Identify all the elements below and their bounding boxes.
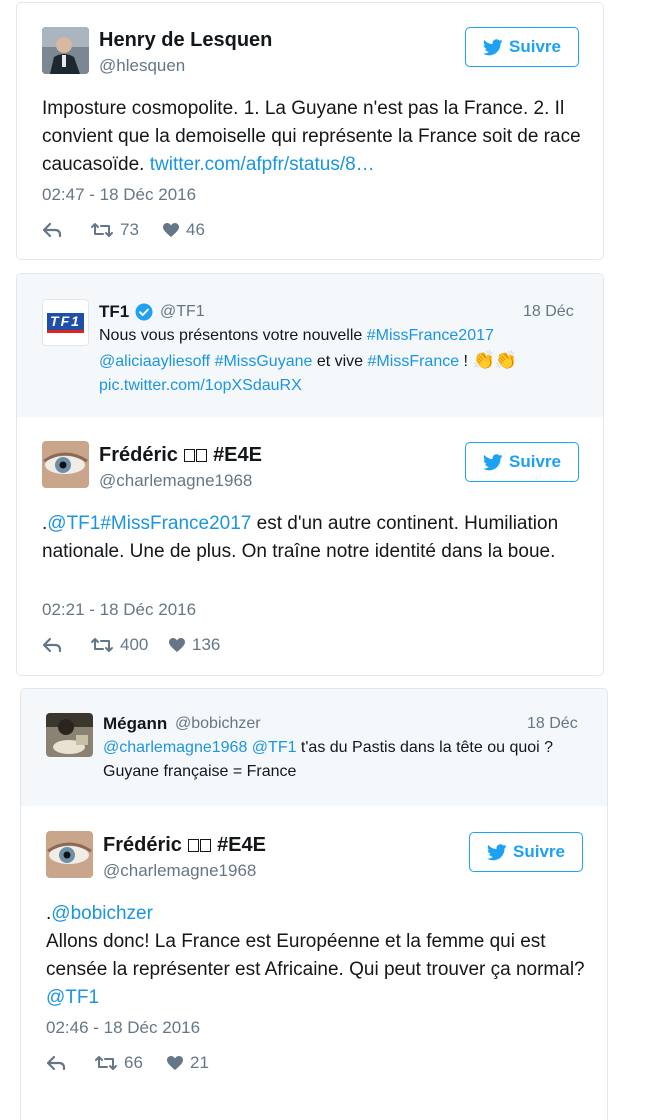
retweet-icon bbox=[91, 638, 113, 652]
tweet-text: Imposture cosmopolite. 1. La Guyane n'es… bbox=[42, 95, 587, 179]
tweet-actions: 66 21 bbox=[46, 1053, 209, 1073]
author-name[interactable]: Henry de Lesquen bbox=[99, 29, 272, 52]
verified-badge-icon bbox=[135, 303, 153, 321]
pic-link[interactable]: pic.twitter.com/1opXSdauRX bbox=[99, 377, 302, 394]
avatar-henry-image bbox=[42, 27, 89, 74]
retweet-count: 73 bbox=[120, 220, 139, 239]
avatar-megann-image bbox=[46, 713, 93, 757]
clap-emoji: 👏👏 bbox=[472, 350, 518, 370]
reply-action[interactable] bbox=[42, 222, 90, 238]
missing-glyph-icon bbox=[199, 839, 211, 852]
missing-glyph-icon bbox=[187, 839, 199, 852]
retweet-action[interactable]: 73 bbox=[90, 220, 162, 240]
mention-tf1[interactable]: @TF1 bbox=[46, 987, 99, 1008]
retweet-count: 66 bbox=[124, 1053, 143, 1072]
like-count: 136 bbox=[192, 635, 221, 654]
follow-label: Suivre bbox=[509, 37, 561, 56]
author-name-tag: #E4E bbox=[213, 444, 262, 466]
heart-icon bbox=[167, 1056, 183, 1070]
tweet-actions: 400 136 bbox=[42, 635, 220, 655]
tweet-link[interactable]: twitter.com/afpfr/status/8… bbox=[150, 154, 375, 175]
reply-icon bbox=[46, 1055, 66, 1071]
quoted-text: @charlemagne1968 @TF1 t'as du Pastis dan… bbox=[103, 736, 588, 784]
twitter-bird-icon bbox=[487, 843, 507, 860]
avatar-frederic[interactable] bbox=[46, 831, 93, 878]
hashtag-missfrance2017[interactable]: #MissFrance2017 bbox=[100, 513, 251, 534]
retweet-count: 400 bbox=[120, 635, 149, 654]
mention-charlemagne1968[interactable]: @charlemagne1968 bbox=[103, 739, 247, 756]
author-name[interactable]: Frédéric #E4E bbox=[99, 444, 262, 467]
reply-icon bbox=[42, 222, 62, 238]
hashtag-missguyane[interactable]: #MissGuyane bbox=[215, 353, 313, 370]
follow-button[interactable]: Suivre bbox=[465, 27, 579, 67]
heart-icon bbox=[169, 638, 185, 652]
mention-aliciaayliesoff[interactable]: @aliciaayliesoff bbox=[99, 353, 210, 370]
tweet-timestamp[interactable]: 02:21 - 18 Déc 2016 bbox=[42, 600, 196, 620]
author-name-tag: #E4E bbox=[217, 834, 266, 856]
mention-tf1[interactable]: @TF1 bbox=[47, 513, 100, 534]
author-name[interactable]: Frédéric #E4E bbox=[103, 834, 266, 857]
author-handle[interactable]: @hlesquen bbox=[99, 56, 185, 76]
like-count: 46 bbox=[186, 220, 205, 239]
missing-glyph-icon bbox=[195, 449, 207, 462]
quoted-date[interactable]: 18 Déc bbox=[523, 303, 574, 321]
tweet-timestamp[interactable]: 02:47 - 18 Déc 2016 bbox=[42, 185, 196, 205]
hashtag-missfrance2017[interactable]: #MissFrance2017 bbox=[367, 327, 494, 344]
eye-avatar-image bbox=[42, 441, 89, 488]
tf1-logo-text: TF1 bbox=[50, 312, 81, 329]
follow-button[interactable]: Suivre bbox=[465, 442, 579, 482]
reply-icon bbox=[42, 637, 62, 653]
quoted-author-handle[interactable]: @TF1 bbox=[160, 303, 205, 321]
mention-bobichzer[interactable]: @bobichzer bbox=[51, 903, 153, 924]
author-handle[interactable]: @charlemagne1968 bbox=[99, 471, 252, 491]
reply-action[interactable] bbox=[42, 637, 90, 653]
tweet-card-frederic-1: TF1 TF1 @TF1 18 Déc Nous vous présentons… bbox=[16, 273, 604, 676]
quoted-text-part: ! bbox=[459, 353, 473, 370]
tweet-card-henry: Henry de Lesquen @hlesquen Suivre Impost… bbox=[16, 2, 604, 260]
quoted-text-part: et vive bbox=[312, 353, 368, 370]
avatar-frederic[interactable] bbox=[42, 441, 89, 488]
tf1-logo-mark: TF1 bbox=[47, 312, 84, 333]
quoted-author-name[interactable]: Mégann bbox=[103, 714, 167, 734]
follow-label: Suivre bbox=[509, 452, 561, 471]
tf1-logo[interactable]: TF1 bbox=[42, 299, 89, 346]
twitter-bird-icon bbox=[483, 453, 503, 470]
twitter-bird-icon bbox=[483, 38, 503, 55]
retweet-icon bbox=[91, 223, 113, 237]
mention-tf1[interactable]: @TF1 bbox=[252, 739, 297, 756]
quoted-author-handle[interactable]: @bobichzer bbox=[175, 715, 261, 733]
author-name-text: Frédéric bbox=[103, 834, 182, 856]
retweet-icon bbox=[95, 1056, 117, 1070]
avatar-megann[interactable] bbox=[46, 713, 93, 757]
quoted-tweet-tf1[interactable]: TF1 TF1 @TF1 18 Déc Nous vous présentons… bbox=[17, 274, 603, 417]
retweet-action[interactable]: 66 bbox=[94, 1053, 166, 1073]
missing-glyph-icon bbox=[183, 449, 195, 462]
quoted-author-name[interactable]: TF1 bbox=[99, 302, 129, 322]
heart-icon bbox=[163, 223, 179, 237]
like-action[interactable]: 21 bbox=[166, 1053, 209, 1073]
tweet-text: .@bobichzer Allons donc! La France est E… bbox=[46, 900, 586, 1012]
author-handle[interactable]: @charlemagne1968 bbox=[103, 861, 256, 881]
like-action[interactable]: 136 bbox=[168, 635, 220, 655]
tweet-text-body: Allons donc! La France est Européenne et… bbox=[46, 931, 585, 980]
tweet-text: .@TF1#MissFrance2017 est d'un autre cont… bbox=[42, 510, 582, 566]
reply-action[interactable] bbox=[46, 1055, 94, 1071]
author-name-text: Frédéric bbox=[99, 444, 178, 466]
tweet-card-frederic-2: Mégann @bobichzer 18 Déc @charlemagne196… bbox=[20, 688, 608, 1120]
quoted-tweet-megann[interactable]: Mégann @bobichzer 18 Déc @charlemagne196… bbox=[21, 689, 607, 806]
like-action[interactable]: 46 bbox=[162, 220, 205, 240]
quoted-text-part: Nous vous présentons votre nouvelle bbox=[99, 327, 367, 344]
retweet-action[interactable]: 400 bbox=[90, 635, 168, 655]
follow-button[interactable]: Suivre bbox=[469, 832, 583, 872]
quoted-date[interactable]: 18 Déc bbox=[527, 715, 578, 733]
hashtag-missfrance[interactable]: #MissFrance bbox=[368, 353, 460, 370]
avatar-henry[interactable] bbox=[42, 27, 89, 74]
eye-avatar-image bbox=[46, 831, 93, 878]
quoted-text: Nous vous présentons votre nouvelle #Mis… bbox=[99, 324, 584, 398]
tweet-actions: 73 46 bbox=[42, 220, 205, 240]
like-count: 21 bbox=[190, 1053, 209, 1072]
follow-label: Suivre bbox=[513, 842, 565, 861]
tweet-timestamp[interactable]: 02:46 - 18 Déc 2016 bbox=[46, 1018, 200, 1038]
